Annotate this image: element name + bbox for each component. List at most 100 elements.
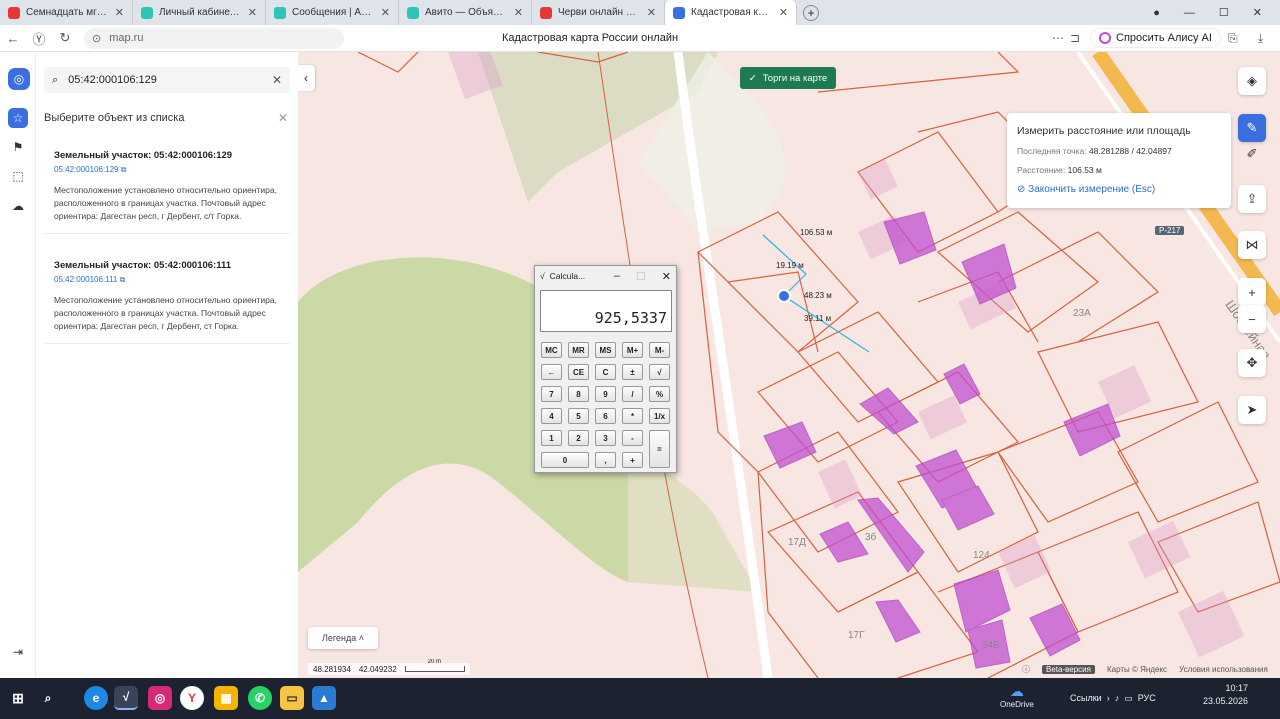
calc-key[interactable]: 9 [595, 386, 616, 402]
select-area-icon[interactable]: ⬚ [8, 166, 28, 186]
language-indicator[interactable]: РУС [1138, 693, 1156, 703]
clear-search-icon[interactable]: ✕ [272, 73, 282, 87]
calc-key[interactable]: MR [568, 342, 589, 358]
calc-key[interactable]: M+ [622, 342, 643, 358]
favorites-icon[interactable]: ☆ [8, 108, 28, 128]
calc-key[interactable]: ± [622, 364, 643, 380]
yandex-browser-icon[interactable]: Y [180, 686, 204, 710]
new-tab-icon[interactable]: + [803, 4, 819, 21]
cloud-icon[interactable]: ☁ [8, 196, 28, 216]
close-results-icon[interactable]: ✕ [278, 111, 288, 125]
collections-icon[interactable]: ⎘ [1228, 31, 1238, 46]
terms-link[interactable]: Условия использования [1179, 665, 1268, 674]
info-icon[interactable]: ⓘ [1022, 664, 1030, 675]
browser-tab[interactable]: Личный кабинет - Объяв ✕ [133, 0, 266, 25]
whatsapp-icon[interactable]: ✆ [248, 686, 272, 710]
clock[interactable]: 10:17 23.05.2026 [1203, 682, 1248, 708]
ask-alice-button[interactable]: Спросить Алису AI [1090, 28, 1221, 48]
close-tab-icon[interactable]: ✕ [248, 6, 257, 19]
photos-icon[interactable]: ▲ [312, 686, 336, 710]
windows-start-icon[interactable]: ⊞ [6, 686, 30, 710]
site-info-icon[interactable]: ⊙ [92, 32, 101, 45]
search-input[interactable]: ⌕ 05:42:000106:129 ✕ [44, 67, 290, 93]
browser-tab[interactable]: Авито — Объявления на с ✕ [399, 0, 532, 25]
browser-tab[interactable]: Семнадцать мгновений в ✕ [0, 0, 133, 25]
layers-button[interactable]: ◈ [1238, 67, 1266, 95]
calc-key[interactable]: 0 [541, 452, 589, 468]
onedrive-tray[interactable]: ☁ OneDrive [1000, 683, 1034, 709]
calc-key[interactable]: 5 [568, 408, 589, 424]
calc-key[interactable]: ← [541, 364, 562, 380]
profile-icon[interactable]: ● [1153, 7, 1160, 19]
calc-key[interactable]: 1/x [649, 408, 670, 424]
result-id-link[interactable]: 05:42:000106:129 [54, 165, 119, 174]
bookmark-icon[interactable]: ⊐ [1070, 31, 1080, 45]
calc-key[interactable]: % [649, 386, 670, 402]
minimize-icon[interactable]: – [614, 270, 620, 283]
calc-key[interactable]: 2 [568, 430, 589, 446]
calc-key[interactable]: 6 [595, 408, 616, 424]
calculator-titlebar[interactable]: √ Calcula... – ☐ ✕ [535, 266, 676, 286]
calculator-taskbar-icon[interactable]: √ [114, 686, 138, 710]
calc-key[interactable]: MC [541, 342, 562, 358]
calc-key[interactable]: 7 [541, 386, 562, 402]
calc-key[interactable]: 1 [541, 430, 562, 446]
back-icon[interactable]: ← [0, 31, 26, 46]
calc-key[interactable]: CE [568, 364, 589, 380]
close-tab-icon[interactable]: ✕ [381, 6, 390, 19]
calc-key[interactable]: M- [649, 342, 670, 358]
app-grid-icon[interactable]: ▦ [214, 686, 238, 710]
zoom-out-button[interactable]: − [1238, 305, 1266, 333]
calc-key[interactable]: C [595, 364, 616, 380]
calc-key[interactable]: 4 [541, 408, 562, 424]
reload-icon[interactable]: ↻ [52, 30, 78, 46]
locate-button[interactable]: ➤ [1238, 396, 1266, 424]
maximize-icon[interactable]: ☐ [1219, 6, 1229, 19]
url-field[interactable]: ⊙ map.ru [84, 27, 344, 49]
volume-icon[interactable]: ♪ [1115, 693, 1120, 703]
browser-tab[interactable]: Сообщения | Авито ✕ [266, 0, 399, 25]
login-icon[interactable]: ⇥ [8, 642, 28, 662]
ruler-button[interactable]: ✎ [1238, 114, 1266, 142]
yandex-icon[interactable]: Ⓨ [26, 29, 52, 48]
app-logo-icon[interactable]: ◎ [8, 68, 30, 90]
finish-measure-link[interactable]: ⊘ Закончить измерение (Esc) [1017, 184, 1221, 195]
calc-key[interactable]: MS [595, 342, 616, 358]
browser-tab[interactable]: Кадастровая карта Рос ✕ [665, 0, 797, 25]
instagram-icon[interactable]: ◎ [148, 686, 172, 710]
upload-button[interactable]: ⇪ [1238, 185, 1266, 213]
close-tab-icon[interactable]: ✕ [779, 6, 788, 19]
minimize-icon[interactable]: — [1184, 7, 1195, 19]
browser-tab[interactable]: Черви онлайн играть бес ✕ [532, 0, 665, 25]
zoom-in-button[interactable]: + [1238, 278, 1266, 306]
close-tab-icon[interactable]: ✕ [647, 6, 656, 19]
calc-key[interactable]: * [622, 408, 643, 424]
calc-key[interactable]: / [622, 386, 643, 402]
close-tab-icon[interactable]: ✕ [514, 6, 523, 19]
close-icon[interactable]: ✕ [662, 270, 671, 283]
result-item[interactable]: Земельный участок: 05:42:000106:111 05:4… [44, 252, 290, 344]
copy-icon[interactable]: ⧉ [121, 165, 127, 174]
more-icon[interactable]: ⋯ [1052, 31, 1064, 45]
calc-key[interactable]: - [622, 430, 643, 446]
close-window-icon[interactable]: ✕ [1253, 6, 1262, 19]
collapse-panel-button[interactable]: ‹ [297, 65, 315, 91]
calculator-window[interactable]: √ Calcula... – ☐ ✕ 925,5337 MC MR MS M+ M- ← C… [534, 265, 677, 473]
links-label[interactable]: Ссылки [1070, 693, 1102, 703]
calc-key[interactable]: = [649, 430, 670, 468]
close-tab-icon[interactable]: ✕ [115, 6, 124, 19]
edge-icon[interactable]: e [84, 686, 108, 710]
calc-key[interactable]: , [595, 452, 616, 468]
maximize-icon[interactable]: ☐ [636, 270, 646, 283]
file-explorer-icon[interactable]: ▭ [280, 686, 304, 710]
battery-icon[interactable]: ▭ [1124, 693, 1133, 703]
copy-icon[interactable]: ⧉ [120, 275, 126, 284]
auctions-on-map-button[interactable]: ✓ Торги на карте [740, 67, 836, 89]
yandex-copyright[interactable]: Карты © Яндекс [1107, 665, 1167, 674]
layers-flag-icon[interactable]: ⚑ [8, 137, 28, 157]
share-button[interactable]: ⋈ [1238, 231, 1266, 259]
download-icon[interactable]: ⤓ [1258, 31, 1263, 46]
search-icon[interactable]: ⌕ [36, 686, 60, 710]
calc-key[interactable]: + [622, 452, 643, 468]
result-item[interactable]: Земельный участок: 05:42:000106:129 05:4… [44, 142, 290, 234]
